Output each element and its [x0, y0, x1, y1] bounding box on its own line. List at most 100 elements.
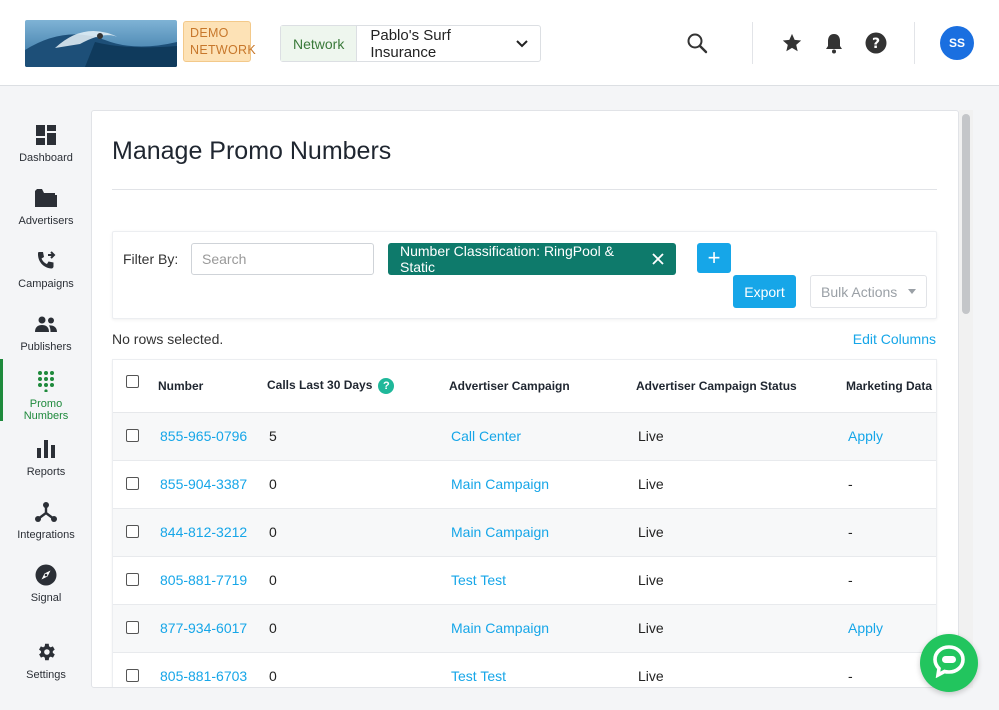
title-divider: [112, 189, 937, 190]
campaign-status: Live: [638, 572, 664, 588]
chevron-down-icon: [516, 35, 528, 52]
marketing-data: -: [848, 476, 853, 492]
campaign-status: Live: [638, 476, 664, 492]
gear-icon: [34, 640, 58, 664]
campaign-status: Live: [638, 620, 664, 636]
campaign-link[interactable]: Test Test: [451, 572, 506, 588]
campaign-status: Live: [638, 668, 664, 684]
sidebar-item-settings[interactable]: Settings: [0, 640, 92, 702]
sidebar-item-label: Integrations: [17, 529, 75, 541]
add-filter-button[interactable]: +: [697, 243, 731, 273]
marketing-data[interactable]: Apply: [848, 620, 883, 636]
bulk-actions-label: Bulk Actions: [821, 283, 898, 300]
sidebar-item-label: Signal: [30, 592, 62, 604]
bell-icon[interactable]: [822, 31, 846, 55]
caret-down-icon: [908, 289, 916, 294]
compass-icon: [34, 563, 58, 587]
star-icon[interactable]: [780, 31, 804, 55]
campaign-link[interactable]: Main Campaign: [451, 524, 549, 540]
chat-bubble-icon: [932, 644, 966, 683]
column-header-status[interactable]: Advertiser Campaign Status: [636, 379, 797, 393]
question-icon[interactable]: ?: [378, 378, 395, 394]
help-icon[interactable]: ?: [864, 31, 888, 55]
table-row: 855-965-0796 5 Call Center Live Apply: [113, 413, 936, 461]
campaign-link[interactable]: Call Center: [451, 428, 521, 444]
export-button[interactable]: Export: [733, 275, 796, 308]
rows-selected-status: No rows selected.: [112, 331, 224, 347]
sidebar-item-label: Publishers: [20, 341, 72, 353]
filter-chip-label: Number Classification: RingPool & Static: [400, 243, 614, 275]
chat-launcher-button[interactable]: [920, 634, 978, 692]
column-header-calls[interactable]: Calls Last 30 Days?: [267, 378, 395, 394]
calls-count: 5: [269, 428, 277, 444]
calls-count: 0: [269, 668, 277, 684]
row-checkbox[interactable]: [126, 669, 139, 682]
sidebar-item-advertisers[interactable]: Advertisers: [0, 186, 92, 248]
marketing-data: -: [848, 668, 853, 684]
promo-number-link[interactable]: 855-904-3387: [160, 476, 247, 492]
search-input[interactable]: [191, 243, 374, 275]
sidebar-item-reports[interactable]: Reports: [0, 437, 92, 499]
promo-number-link[interactable]: 877-934-6017: [160, 620, 247, 636]
sidebar-item-publishers[interactable]: Publishers: [0, 312, 92, 374]
filter-panel: Filter By: Number Classification: RingPo…: [112, 231, 937, 319]
people-icon: [34, 312, 58, 336]
row-checkbox[interactable]: [126, 621, 139, 634]
table-header: Number Calls Last 30 Days? Advertiser Ca…: [113, 360, 936, 413]
row-checkbox[interactable]: [126, 477, 139, 490]
calls-count: 0: [269, 476, 277, 492]
filter-chip[interactable]: Number Classification: RingPool & Static: [388, 243, 676, 275]
column-header-calls-label: Calls Last 30 Days: [267, 378, 373, 393]
bulk-actions-dropdown[interactable]: Bulk Actions: [810, 275, 927, 308]
promo-number-link[interactable]: 805-881-6703: [160, 668, 247, 684]
sidebar-item-label: Reports: [26, 466, 66, 478]
table-row: 855-904-3387 0 Main Campaign Live -: [113, 461, 936, 509]
campaign-link[interactable]: Main Campaign: [451, 476, 549, 492]
header-divider: [752, 22, 753, 64]
campaign-status: Live: [638, 428, 664, 444]
svg-text:?: ?: [872, 36, 880, 52]
column-header-campaign[interactable]: Advertiser Campaign: [449, 379, 570, 393]
table-body: 855-965-0796 5 Call Center Live Apply 85…: [113, 413, 936, 687]
marketing-data[interactable]: Apply: [848, 428, 883, 444]
campaign-link[interactable]: Test Test: [451, 668, 506, 684]
promo-number-link[interactable]: 844-812-3212: [160, 524, 247, 540]
edit-columns-link[interactable]: Edit Columns: [853, 331, 936, 347]
sidebar-item-dashboard[interactable]: Dashboard: [0, 123, 92, 185]
sidebar-item-label: Promo Numbers: [23, 398, 69, 422]
sidebar-item-label: Dashboard: [19, 152, 73, 164]
select-all-checkbox[interactable]: [126, 375, 139, 388]
calls-count: 0: [269, 572, 277, 588]
column-header-number[interactable]: Number: [158, 379, 203, 393]
integrations-icon: [34, 500, 58, 524]
close-icon[interactable]: [652, 253, 664, 265]
campaign-status: Live: [638, 524, 664, 540]
promo-number-link[interactable]: 855-965-0796: [160, 428, 247, 444]
row-checkbox[interactable]: [126, 429, 139, 442]
user-avatar[interactable]: SS: [940, 26, 974, 60]
search-icon[interactable]: [685, 31, 709, 55]
table-row: 805-881-6703 0 Test Test Live -: [113, 653, 936, 687]
row-checkbox[interactable]: [126, 573, 139, 586]
calls-count: 0: [269, 620, 277, 636]
sidebar-item-campaigns[interactable]: Campaigns: [0, 249, 92, 311]
sidebar-item-integrations[interactable]: Integrations: [0, 500, 92, 562]
scrollbar-thumb[interactable]: [962, 114, 970, 314]
network-selector[interactable]: Network Pablo's Surf Insurance: [280, 25, 541, 62]
demo-network-badge: DEMO NETWORK: [183, 21, 256, 62]
network-label: Network: [281, 26, 358, 61]
sidebar-item-signal[interactable]: Signal: [0, 563, 92, 625]
folder-icon: [34, 186, 58, 210]
promo-numbers-table: Number Calls Last 30 Days? Advertiser Ca…: [112, 359, 937, 687]
campaign-link[interactable]: Main Campaign: [451, 620, 549, 636]
sidebar-item-promo-numbers[interactable]: Promo Numbers: [0, 359, 92, 431]
column-header-marketing[interactable]: Marketing Data: [846, 379, 932, 393]
phone-forward-icon: [34, 249, 58, 273]
network-name: Pablo's Surf Insurance: [370, 26, 451, 61]
promo-number-link[interactable]: 805-881-7719: [160, 572, 247, 588]
brand-logo[interactable]: [25, 20, 177, 67]
sidebar-item-label: Campaigns: [18, 278, 74, 290]
row-checkbox[interactable]: [126, 525, 139, 538]
sidebar-item-label: Advertisers: [18, 215, 74, 227]
network-value[interactable]: Pablo's Surf Insurance: [357, 26, 540, 61]
